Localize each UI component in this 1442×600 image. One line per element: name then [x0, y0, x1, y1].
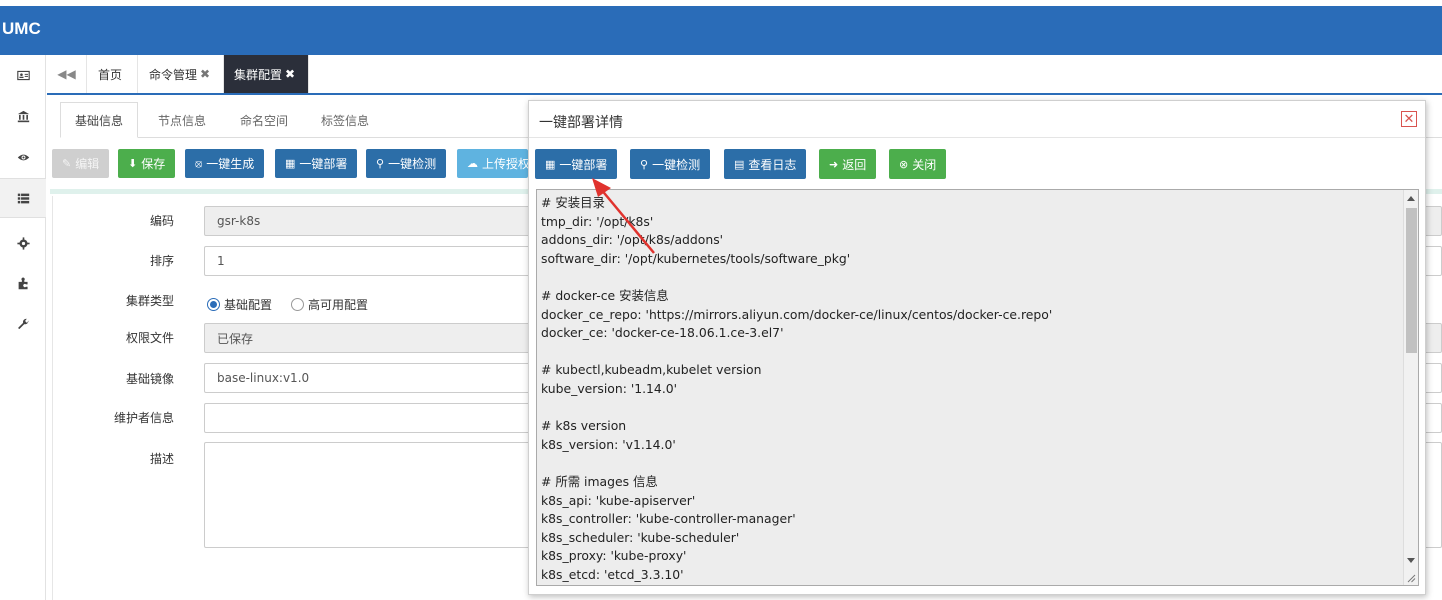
input-value: gsr-k8s: [217, 214, 261, 228]
tab-cluster-config[interactable]: 集群配置 ✖: [224, 55, 309, 93]
gear-icon: [16, 236, 30, 250]
permission-file-label: 权限文件: [125, 331, 174, 345]
resize-handle-icon[interactable]: [1406, 573, 1416, 583]
modal-divider: [529, 137, 1425, 138]
sidebar-item-list[interactable]: [0, 178, 46, 218]
tab-basic-info[interactable]: 基础信息: [60, 102, 139, 138]
vertical-scrollbar[interactable]: [1403, 190, 1418, 585]
modal-close-button[interactable]: ⊗ 关闭: [889, 149, 947, 179]
button-label: 查看日志: [748, 157, 797, 172]
radio-label: 高可用配置: [308, 298, 369, 312]
sidebar-item-bank[interactable]: [0, 96, 46, 136]
generate-button[interactable]: ⦻ 一键生成: [185, 149, 265, 178]
check-button[interactable]: ⚲ 一键检测: [366, 149, 447, 178]
button-label: 编辑: [75, 157, 100, 171]
button-label: 上传授权: [482, 157, 528, 171]
tab-home[interactable]: 首页: [88, 55, 138, 93]
modal-deploy-button[interactable]: ▦ 一键部署: [535, 149, 618, 179]
sidebar-item-tools[interactable]: [0, 304, 46, 344]
sidebar-item-eye[interactable]: [0, 137, 46, 177]
back-button[interactable]: ➜ 返回: [819, 149, 877, 179]
tab-label: 命名空间: [240, 113, 289, 128]
list-icon: [17, 193, 29, 203]
tab-namespace[interactable]: 命名空间: [226, 102, 302, 138]
tab-node-info[interactable]: 节点信息: [144, 102, 220, 138]
arrow-left-icon: ➜: [829, 157, 839, 171]
close-icon[interactable]: ✕: [1401, 111, 1417, 127]
button-label: 一键部署: [559, 157, 608, 172]
config-text: # 安装目录 tmp_dir: '/opt/k8s' addons_dir: '…: [541, 195, 1053, 582]
list-icon: ▤: [734, 157, 745, 171]
deploy-button[interactable]: ▦ 一键部署: [275, 149, 358, 178]
app-logo[interactable]: UMC: [2, 19, 41, 39]
input-value: base-linux:v1.0: [217, 371, 310, 385]
code-label: 编码: [149, 214, 174, 228]
radio-checked-icon: [207, 298, 220, 311]
edit-icon: ✎: [62, 157, 72, 170]
close-icon[interactable]: ✖: [285, 67, 295, 81]
sidebar: [0, 55, 46, 600]
order-label: 排序: [149, 254, 174, 268]
sidebar-item-plugins[interactable]: [0, 263, 46, 303]
deploy-config-textarea[interactable]: # 安装目录 tmp_dir: '/opt/k8s' addons_dir: '…: [536, 189, 1419, 586]
bank-icon: [17, 110, 29, 122]
view-log-button[interactable]: ▤ 查看日志: [724, 149, 807, 179]
sidebar-item-id-card[interactable]: [0, 55, 46, 95]
search-icon: ⚲: [376, 157, 385, 170]
download-icon: ⬇: [128, 157, 138, 170]
scrollbar-thumb[interactable]: [1406, 208, 1417, 353]
tab-label: 节点信息: [158, 113, 207, 128]
grid-icon: ▦: [285, 157, 296, 170]
button-label: 返回: [842, 157, 867, 172]
tab-label: 首页: [98, 67, 123, 82]
arrow-circle-up-icon: ⦻: [195, 156, 203, 170]
cluster-type-label: 集群类型: [125, 294, 174, 308]
tab-label: 命令管理: [149, 67, 198, 82]
modal-title: 一键部署详情: [539, 115, 623, 131]
button-label: 一键生成: [206, 157, 255, 171]
radio-basic-config[interactable]: 基础配置: [207, 296, 272, 313]
tab-label: 集群配置: [234, 67, 283, 82]
button-label: 一键检测: [388, 157, 437, 171]
wrench-icon: [17, 318, 28, 329]
save-button[interactable]: ⬇ 保存: [118, 149, 176, 178]
radio-label: 基础配置: [224, 298, 273, 312]
deploy-detail-modal: 一键部署详情 ✕ ▦ 一键部署 ⚲ 一键检测 ▤ 查看日志 ➜ 返回 ⊗ 关闭 # 安装目…: [528, 100, 1426, 595]
tab-command-management[interactable]: 命令管理 ✖: [139, 55, 224, 93]
input-value: 已保存: [217, 331, 254, 346]
puzzle-icon: [18, 277, 28, 289]
tab-strip: ◀◀ 首页 命令管理 ✖ 集群配置 ✖: [47, 55, 1442, 95]
edit-button[interactable]: ✎ 编辑: [52, 149, 110, 178]
grid-icon: ▦: [545, 157, 556, 171]
times-circle-icon: ⊗: [899, 157, 909, 171]
tab-label: 基础信息: [75, 113, 124, 128]
cloud-upload-icon: ☁: [467, 157, 478, 170]
scroll-down-icon[interactable]: [1407, 558, 1415, 563]
eye-icon: [17, 154, 29, 160]
radio-unchecked-icon: [291, 298, 304, 311]
search-icon: ⚲: [640, 157, 649, 171]
modal-check-button[interactable]: ⚲ 一键检测: [630, 149, 711, 179]
scroll-up-icon[interactable]: [1407, 196, 1415, 201]
maintainer-label: 维护者信息: [113, 411, 174, 425]
button-label: 一键部署: [299, 157, 348, 171]
tab-label: 标签信息: [321, 113, 370, 128]
input-value: 1: [217, 254, 225, 268]
double-chevron-left-icon: ◀◀: [57, 67, 76, 81]
tab-scroll-back-button[interactable]: ◀◀: [47, 55, 87, 93]
sidebar-item-settings[interactable]: [0, 223, 46, 263]
button-label: 一键检测: [652, 157, 701, 172]
button-label: 保存: [141, 157, 166, 171]
description-label: 描述: [149, 452, 174, 466]
radio-ha-config[interactable]: 高可用配置: [291, 296, 368, 313]
tab-label-info[interactable]: 标签信息: [307, 102, 383, 138]
upload-button[interactable]: ☁ 上传授权: [457, 149, 528, 178]
base-image-label: 基础镜像: [125, 372, 174, 386]
id-card-icon: [16, 70, 30, 80]
button-label: 关闭: [912, 157, 937, 172]
close-icon[interactable]: ✖: [200, 67, 210, 81]
top-header: UMC: [0, 6, 1442, 55]
